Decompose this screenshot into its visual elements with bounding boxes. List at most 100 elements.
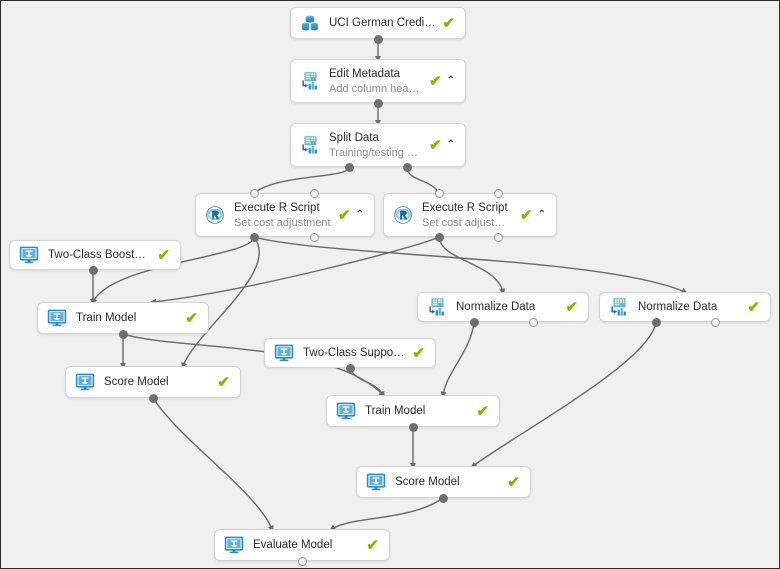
node-labels: Train Model <box>365 404 470 418</box>
success-check-icon: ✔ <box>217 373 230 391</box>
edge-normalize-data-1-to-train-model-2 <box>440 321 475 399</box>
model-icon <box>366 472 386 492</box>
data-transform-icon <box>300 71 320 91</box>
node-title: Split Data <box>329 131 379 144</box>
node-status: ✔ ⌃ <box>429 74 455 89</box>
input-port[interactable] <box>434 188 444 198</box>
output-port[interactable] <box>249 232 259 242</box>
output-port[interactable] <box>345 363 355 373</box>
output-port[interactable] <box>469 317 479 327</box>
output-port[interactable] <box>651 317 661 327</box>
node-labels: Two-Class Boosted Decision... <box>48 248 151 262</box>
edge-split-data-left-to-execute-r-left <box>251 166 350 195</box>
data-transform-icon <box>609 297 629 317</box>
model-icon <box>336 401 356 421</box>
output-port[interactable] <box>434 232 444 242</box>
output-port[interactable] <box>88 265 98 275</box>
edge-execute-r-right-to-normalize-data-1 <box>438 236 506 296</box>
node-normalize-data-left[interactable]: Normalize Data ✔ <box>417 292 589 322</box>
node-labels: Score Model <box>395 475 501 489</box>
data-transform-icon <box>427 297 447 317</box>
node-execute-r-script-right[interactable]: Execute R Script Set cost adjustment ✔ ⌃ <box>383 193 557 237</box>
node-labels: Two-Class Support Vector... <box>303 346 406 360</box>
node-title: Score Model <box>395 476 460 488</box>
output-port[interactable] <box>344 162 354 172</box>
node-subtitle: Set cost adjustment <box>234 216 331 229</box>
success-check-icon: ✔ <box>747 298 760 316</box>
chevron-up-icon[interactable]: ⌃ <box>447 76 455 86</box>
node-title: Normalize Data <box>638 301 718 313</box>
node-status: ✔ <box>507 475 520 490</box>
success-check-icon: ✔ <box>442 14 455 32</box>
success-check-icon: ✔ <box>565 298 578 316</box>
node-status: ✔ <box>185 311 198 326</box>
node-status: ✔ <box>747 300 760 315</box>
output-port[interactable] <box>528 317 538 327</box>
output-port[interactable] <box>148 393 158 403</box>
node-status: ✔ <box>366 538 379 553</box>
output-port[interactable] <box>493 232 503 242</box>
node-title: Evaluate Model <box>253 539 333 551</box>
node-status: ✔ <box>217 375 230 390</box>
output-port[interactable] <box>710 317 720 327</box>
model-icon <box>75 372 95 392</box>
node-split-data[interactable]: Split Data Training/testing data split 50… <box>290 123 466 167</box>
node-status: ✔ <box>412 346 425 361</box>
node-subtitle: Training/testing data split 50% <box>329 146 423 159</box>
output-port[interactable] <box>373 34 383 44</box>
node-labels: UCI German Credit Card Data <box>329 16 436 30</box>
node-labels: Normalize Data <box>638 300 741 314</box>
node-labels: Evaluate Model <box>253 538 360 552</box>
node-title: Execute R Script <box>422 201 508 214</box>
output-port[interactable] <box>438 493 448 503</box>
node-status: ✔ <box>565 300 578 315</box>
output-port[interactable] <box>402 162 412 172</box>
node-title: Two-Class Boosted Decision... <box>48 249 151 261</box>
chevron-up-icon[interactable]: ⌃ <box>538 210 546 220</box>
output-port[interactable] <box>373 98 383 108</box>
r-script-icon <box>393 205 413 225</box>
chevron-up-icon[interactable]: ⌃ <box>356 210 364 220</box>
chevron-up-icon[interactable]: ⌃ <box>447 140 455 150</box>
node-title: Score Model <box>104 376 169 388</box>
node-labels: Split Data Training/testing data split 50… <box>329 131 423 160</box>
node-title: Normalize Data <box>456 301 536 313</box>
node-normalize-data-right[interactable]: Normalize Data ✔ <box>599 292 771 322</box>
input-port[interactable] <box>249 188 259 198</box>
node-title: Two-Class Support Vector... <box>303 347 406 359</box>
node-title: Edit Metadata <box>329 67 400 80</box>
node-labels: Train Model <box>76 311 179 325</box>
r-script-icon <box>205 205 225 225</box>
dataset-icon <box>300 13 320 33</box>
node-subtitle: Set cost adjustment <box>422 216 515 229</box>
success-check-icon: ✔ <box>366 536 379 554</box>
node-title: Execute R Script <box>234 201 320 214</box>
node-subtitle: Add column headings <box>329 82 424 95</box>
output-port[interactable] <box>309 232 319 242</box>
success-check-icon: ✔ <box>412 344 425 362</box>
output-port[interactable] <box>118 329 128 339</box>
node-labels: Edit Metadata Add column headings <box>329 67 423 96</box>
experiment-canvas[interactable]: UCI German Credit Card Data ✔ Edit Metada… <box>0 0 780 569</box>
edge-execute-r-left-to-normalize-data-2 <box>253 236 688 294</box>
node-title: Train Model <box>365 405 426 417</box>
input-port[interactable] <box>493 188 503 198</box>
node-title: UCI German Credit Card Data <box>329 17 436 29</box>
node-execute-r-script-left[interactable]: Execute R Script Set cost adjustment ✔ ⌃ <box>195 193 375 237</box>
data-transform-icon <box>300 135 320 155</box>
edge-split-data-right-to-execute-r-right <box>406 166 441 196</box>
success-check-icon: ✔ <box>429 136 442 154</box>
output-port[interactable] <box>297 556 307 566</box>
node-edit-metadata[interactable]: Edit MetadataAdd column headings✔⌃ <box>290 59 466 103</box>
edge-normalize-data-2-to-score-model-2 <box>470 321 657 468</box>
node-status: ✔ <box>476 404 489 419</box>
edge-execute-r-right-to-score-model-1 <box>149 236 440 305</box>
input-port[interactable] <box>309 188 319 198</box>
success-check-icon: ✔ <box>520 206 533 224</box>
success-check-icon: ✔ <box>185 309 198 327</box>
success-check-icon: ✔ <box>429 72 442 90</box>
success-check-icon: ✔ <box>338 206 351 224</box>
output-port[interactable] <box>408 422 418 432</box>
node-status: ✔ <box>442 16 455 31</box>
node-labels: Score Model <box>104 375 211 389</box>
